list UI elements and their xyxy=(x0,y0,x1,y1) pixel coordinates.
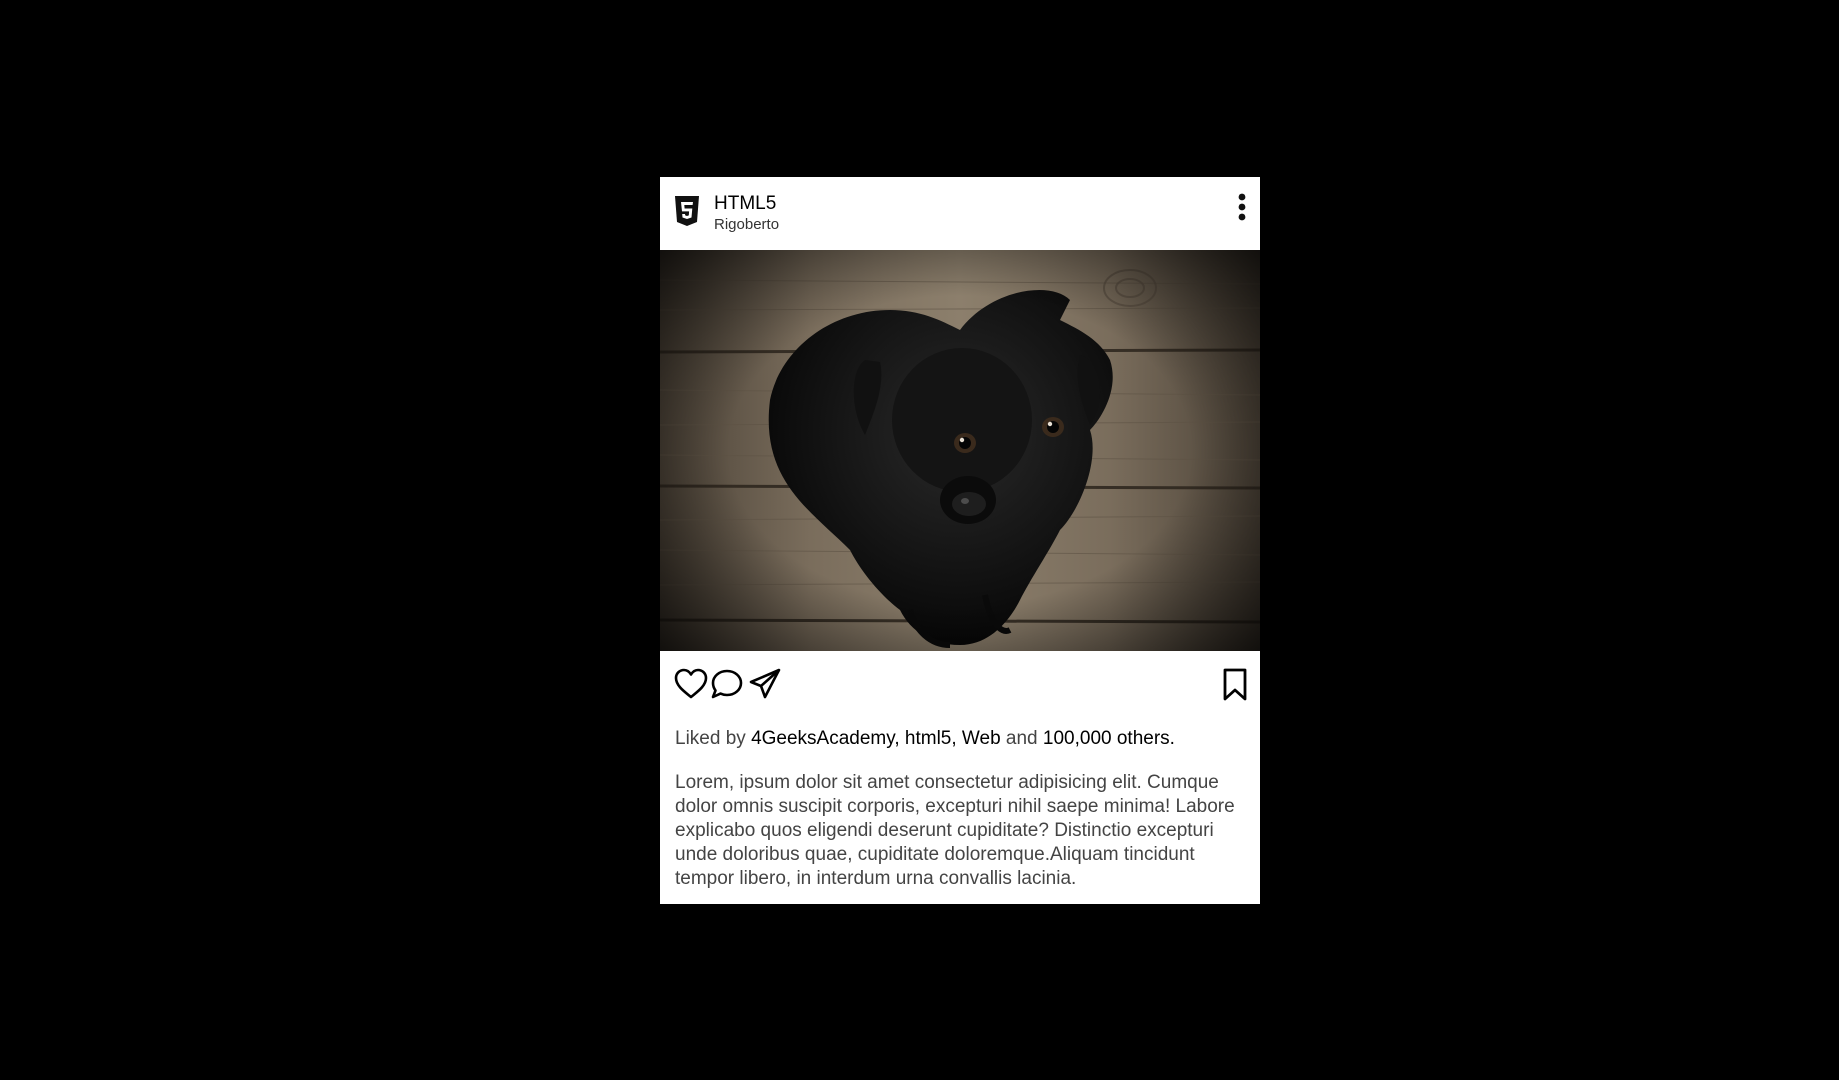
likes-summary: Liked by 4GeeksAcademy, html5, Web and 1… xyxy=(675,727,1175,751)
post-brand-name[interactable]: HTML5 xyxy=(714,193,776,215)
post-header: HTML5 Rigoberto xyxy=(660,177,1260,250)
likes-names[interactable]: 4GeeksAcademy, html5, Web xyxy=(751,728,1001,749)
post-user-name[interactable]: Rigoberto xyxy=(714,216,779,234)
likes-count[interactable]: 100,000 others. xyxy=(1043,728,1175,749)
post-caption: Lorem, ipsum dolor sit amet consectetur … xyxy=(675,772,1235,889)
likes-and: and xyxy=(1005,728,1038,749)
more-vertical-icon[interactable] xyxy=(1230,189,1254,227)
likes-prefix: Liked by xyxy=(675,728,746,749)
send-icon[interactable] xyxy=(748,668,784,704)
heart-icon[interactable] xyxy=(674,668,710,704)
html5-icon xyxy=(674,195,700,227)
post-card: HTML5 Rigoberto Liked by 4GeeksAcademy, … xyxy=(660,177,1260,904)
comment-icon[interactable] xyxy=(710,668,746,704)
bookmark-icon[interactable] xyxy=(1220,668,1256,704)
